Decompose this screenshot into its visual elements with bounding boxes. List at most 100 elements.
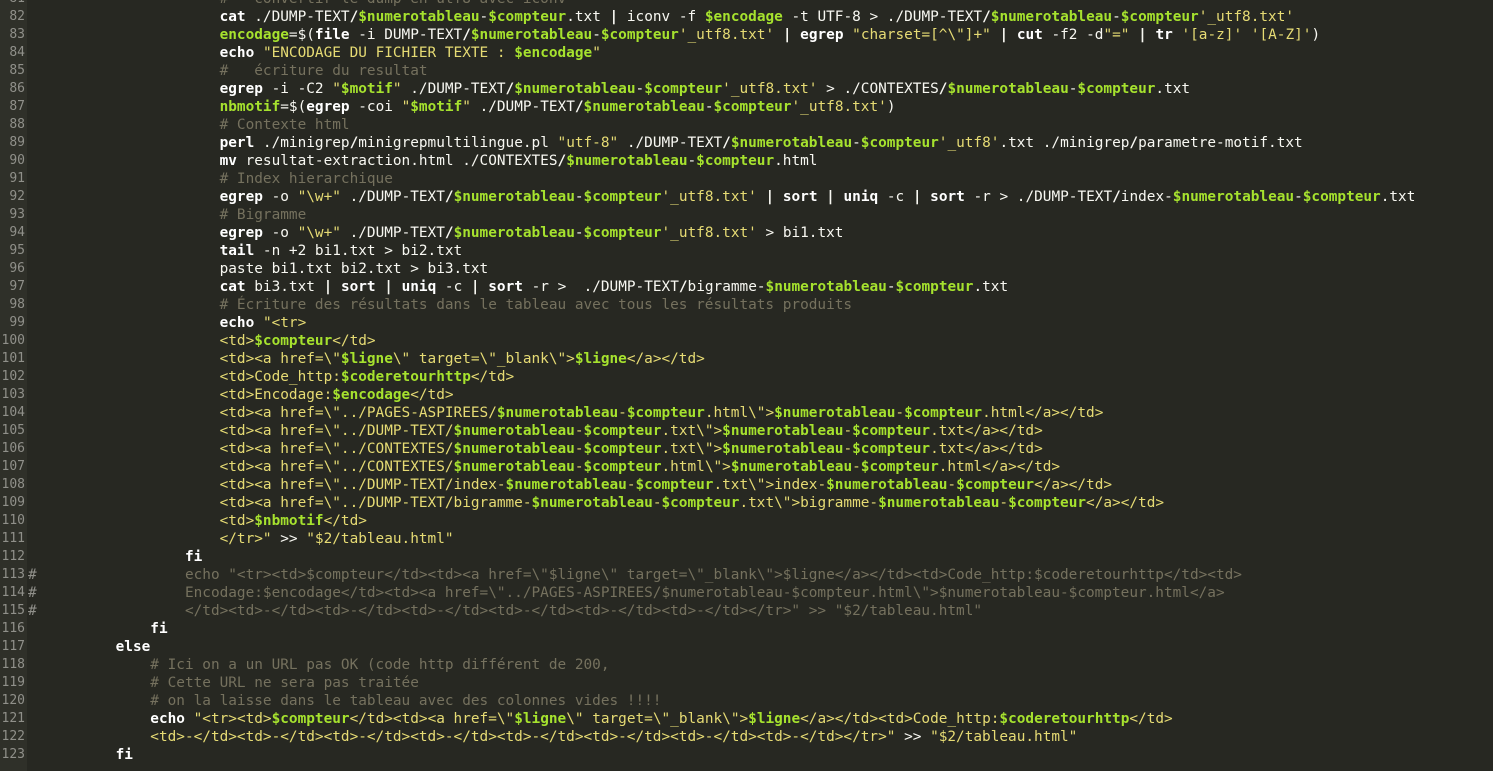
token: /	[462, 27, 471, 43]
token: .html</a></td>	[938, 459, 1061, 475]
token: <td><a href=\"../DUMP-TEXT/	[219, 423, 454, 439]
token: -	[618, 405, 627, 421]
code-line[interactable]: 97 cat bi3.txt | sort | uniq -c | sort -…	[0, 278, 1493, 296]
code-line[interactable]: 116 fi	[0, 620, 1493, 638]
token: egrep	[219, 81, 263, 97]
token: .html</a></td>	[982, 405, 1104, 421]
code-text: # Bigramme	[29, 206, 307, 224]
token: $coderetourhttp	[999, 711, 1130, 727]
token: "$2/tableau.html"	[930, 729, 1078, 745]
code-line[interactable]: 103 <td>Encodage:$encodage</td>	[0, 386, 1493, 404]
code-line[interactable]: 113 # echo "<tr><td>$compteur</td><td><a …	[0, 566, 1493, 584]
code-line[interactable]: 96 paste bi1.txt bi2.txt > bi3.txt	[0, 260, 1493, 278]
token: fi	[184, 549, 203, 565]
token: $compteur	[696, 153, 775, 169]
token: -	[635, 81, 645, 97]
token: # Index hierarchique	[219, 171, 393, 187]
line-number: 97	[9, 279, 25, 294]
code-text: # Index hierarchique	[29, 170, 393, 188]
token: "	[392, 81, 402, 97]
token: '[A-Z]'	[1250, 27, 1312, 43]
token: <td>-</td><td>-</td><td>-</td><td>-</td>…	[150, 729, 896, 745]
code-line[interactable]: 86 egrep -i -C2 "$motif" ./DUMP-TEXT/$nu…	[0, 80, 1493, 98]
code-line[interactable]: 115 # </td><td>-</td><td>-</td><td>-</td>…	[0, 602, 1493, 620]
token: $compteur	[661, 495, 740, 511]
code-line[interactable]: 117 else	[0, 638, 1493, 656]
code-lines: 81 # convertir le dump en utf8 avec icon…	[0, 0, 1493, 764]
code-line[interactable]: 108 <td><a href=\"../DUMP-TEXT/index-$nu…	[0, 476, 1493, 494]
code-line[interactable]: 119 # Cette URL ne sera pas traitée	[0, 674, 1493, 692]
code-line[interactable]: 121 echo "<tr><td>$compteur</td><td><a h…	[0, 710, 1493, 728]
token: "\w+"	[297, 225, 341, 241]
code-line[interactable]: 110 <td>$nbmotif</td>	[0, 512, 1493, 530]
code-line[interactable]: 120 # on la laisse dans le tableau avec …	[0, 692, 1493, 710]
code-line[interactable]: 95 tail -n +2 bi1.txt > bi2.txt	[0, 242, 1493, 260]
token: <td><a href=\"../PAGES-ASPIREES/	[219, 405, 497, 421]
token: /	[982, 9, 991, 25]
token: "<tr>	[262, 315, 307, 331]
code-line[interactable]: 100 <td>$compteur</td>	[0, 332, 1493, 350]
token: $compteur	[254, 333, 333, 349]
code-line[interactable]: 104 <td><a href=\"../PAGES-ASPIREES/$num…	[0, 404, 1493, 422]
token: $numerotableau	[774, 405, 896, 421]
code-line[interactable]: 89 perl ./minigrep/minigrepmultilingue.p…	[0, 134, 1493, 152]
code-line[interactable]: 105 <td><a href=\"../DUMP-TEXT/$numerota…	[0, 422, 1493, 440]
code-line[interactable]: 114 # Encodage:$encodage</td><td><a href=…	[0, 584, 1493, 602]
code-line[interactable]: 107 <td><a href=\"../CONTEXTES/$numerota…	[0, 458, 1493, 476]
token: fi	[115, 747, 133, 763]
token: |	[782, 27, 792, 43]
token: # convertir le dump en utf8 avec iconv	[220, 0, 567, 7]
token: -	[843, 423, 853, 439]
code-line[interactable]: 83 encodage=$(file -i DUMP-TEXT/$numerot…	[0, 26, 1493, 44]
code-line[interactable]: 92 egrep -o "\w+" ./DUMP-TEXT/$numerotab…	[0, 188, 1493, 206]
code-line[interactable]: 109 <td><a href=\"../DUMP-TEXT/bigramme-…	[0, 494, 1493, 512]
code-line[interactable]: 102 <td>Code_http:$coderetourhttp</td>	[0, 368, 1493, 386]
line-number: 103	[1, 387, 25, 402]
code-line[interactable]: 101 <td><a href=\"$ligne\" target=\"_bla…	[0, 350, 1493, 368]
token: $ligne	[340, 351, 393, 367]
token: $compteur	[904, 405, 983, 421]
code-line[interactable]: 85 # écriture du resultat	[0, 62, 1493, 80]
code-line[interactable]: 99 echo "<tr>	[0, 314, 1493, 332]
code-line[interactable]: 88 # Contexte html	[0, 116, 1493, 134]
code-line[interactable]: 84 echo "ENCODAGE DU FICHIER TEXTE : $en…	[0, 44, 1493, 62]
token: $numerotableau	[947, 81, 1069, 97]
code-line[interactable]: 91 # Index hierarchique	[0, 170, 1493, 188]
line-number: 90	[9, 153, 25, 168]
token: sort	[930, 189, 965, 205]
token: iconv -f	[618, 9, 705, 25]
code-line[interactable]: 87 nbmotif=$(egrep -coi "$motif" ./DUMP-…	[0, 98, 1493, 116]
token: .txt	[566, 9, 610, 25]
code-line[interactable]: 123 fi	[0, 746, 1493, 764]
token: $numerotableau	[583, 99, 705, 115]
token: # Écriture des résultats dans le tableau…	[219, 297, 853, 313]
code-line[interactable]: 90 mv resultat-extraction.html ./CONTEXT…	[0, 152, 1493, 170]
code-line[interactable]: 98 # Écriture des résultats dans le tabl…	[0, 296, 1493, 314]
code-line[interactable]: 118 # Ici on a un URL pas OK (code http …	[0, 656, 1493, 674]
token: <td><a href=\"../DUMP-TEXT/index-	[219, 477, 506, 493]
code-line[interactable]: 94 egrep -o "\w+" ./DUMP-TEXT/$numerotab…	[0, 224, 1493, 242]
code-line[interactable]: 81 # convertir le dump en utf8 avec icon…	[0, 0, 1493, 8]
line-number: 110	[1, 513, 25, 528]
code-text: # on la laisse dans le tableau avec des …	[29, 692, 661, 710]
token: -o	[262, 189, 298, 205]
token: </td>	[1129, 711, 1173, 727]
code-line[interactable]: 122 <td>-</td><td>-</td><td>-</td><td>-<…	[0, 728, 1493, 746]
token: $encodage	[332, 387, 411, 403]
token: </td>	[323, 513, 367, 529]
token: -c	[436, 279, 471, 295]
code-line[interactable]: 93 # Bigramme	[0, 206, 1493, 224]
code-editor[interactable]: 81 # convertir le dump en utf8 avec icon…	[0, 0, 1493, 771]
token: $compteur	[852, 423, 931, 439]
code-line[interactable]: 111 </tr>" >> "$2/tableau.html"	[0, 530, 1493, 548]
token: nbmotif	[219, 99, 281, 115]
token: .txt ./minigrep	[999, 135, 1130, 151]
code-line[interactable]: 106 <td><a href=\"../CONTEXTES/$numerota…	[0, 440, 1493, 458]
line-number: 117	[1, 639, 25, 654]
code-line[interactable]: 82 cat ./DUMP-TEXT/$numerotableau-$compt…	[0, 8, 1493, 26]
token: .txt</a></td>	[930, 441, 1043, 457]
token: <td>Encodage:	[219, 387, 333, 403]
token: $compteur	[583, 225, 662, 241]
code-line[interactable]: 112 fi	[0, 548, 1493, 566]
token: -i -C2	[262, 81, 333, 97]
